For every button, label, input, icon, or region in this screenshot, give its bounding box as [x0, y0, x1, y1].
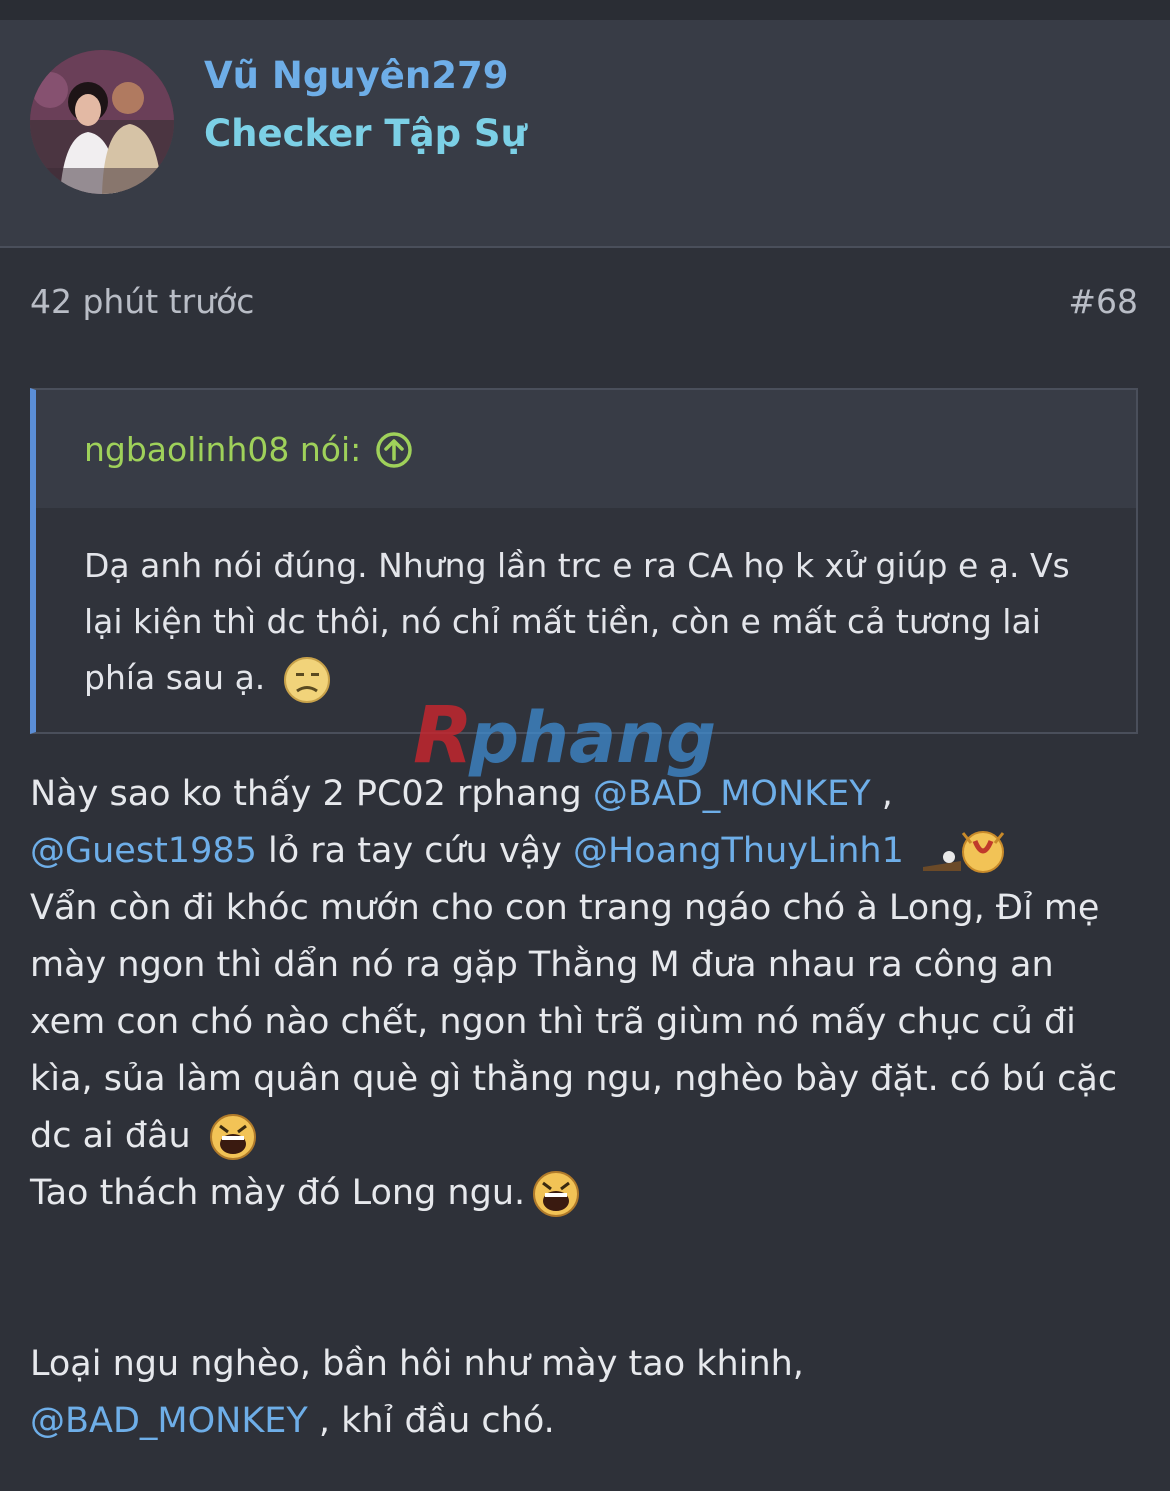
quote-author-link[interactable]: ngbaolinh08 nói:: [84, 430, 413, 469]
post-number[interactable]: #68: [1068, 282, 1138, 321]
sad-smiley-icon: [283, 656, 330, 703]
message-line-2: @Guest1985 lỏ ra tay cứu vậy @HoangThuyL…: [30, 823, 1140, 880]
message-paragraph-5: @BAD_MONKEY , khỉ đầu chó.: [30, 1393, 1140, 1450]
message-text: Tao thách mày đó Long ngu.: [30, 1173, 526, 1213]
top-strip: [0, 0, 1170, 20]
mention-bad-monkey[interactable]: @BAD_MONKEY: [30, 1401, 308, 1441]
message-paragraph-3: Tao thách mày đó Long ngu.: [30, 1165, 1140, 1222]
username[interactable]: Vũ Nguyên279: [204, 54, 508, 97]
message-text: , khỉ đầu chó.: [307, 1401, 555, 1441]
quote-block: ngbaolinh08 nói: Dạ anh nói đúng. Nhưng …: [30, 388, 1138, 734]
mention-bad-monkey[interactable]: @BAD_MONKEY: [593, 774, 871, 814]
user-card: Vũ Nguyên279 Checker Tập Sự: [0, 20, 1170, 248]
message-line-1: Này sao ko thấy 2 PC02 rphang @BAD_MONKE…: [30, 766, 1140, 823]
quote-text: Dạ anh nói đúng. Nhưng lần trc e ra CA h…: [84, 546, 1070, 697]
message-text: Loại ngu nghèo, bần hôi như mày tao khin…: [30, 1344, 804, 1384]
message-text: lỏ ra tay cứu vậy: [256, 831, 573, 871]
message-paragraph-4: Loại ngu nghèo, bần hôi như mày tao khin…: [30, 1336, 1140, 1393]
message-text: ,: [870, 774, 893, 814]
laughing-smiley-icon: [533, 1171, 580, 1217]
cool-smiley-icon: [923, 831, 1005, 873]
quote-author: ngbaolinh08 nói:: [84, 430, 362, 469]
quote-header: ngbaolinh08 nói:: [36, 390, 1136, 508]
post-time[interactable]: 42 phút trước: [30, 282, 254, 321]
post-message: Này sao ko thấy 2 PC02 rphang @BAD_MONKE…: [30, 766, 1140, 1450]
quote-body: Dạ anh nói đúng. Nhưng lần trc e ra CA h…: [84, 538, 1104, 706]
avatar-photo-icon: [30, 50, 174, 194]
laughing-smiley-icon: [209, 1114, 256, 1160]
avatar[interactable]: [30, 50, 174, 194]
message-paragraph-2: Vẩn còn đi khóc mướn cho con trang ngáo …: [30, 880, 1140, 1165]
message-text: Vẩn còn đi khóc mướn cho con trang ngáo …: [30, 888, 1118, 1156]
message-text: Này sao ko thấy 2 PC02 rphang: [30, 774, 593, 814]
user-title: Checker Tập Sự: [204, 112, 527, 155]
forum-post-page: Vũ Nguyên279 Checker Tập Sự 42 phút trướ…: [0, 0, 1170, 1491]
arrow-up-circle-icon[interactable]: [375, 431, 413, 469]
mention-guest1985[interactable]: @Guest1985: [30, 831, 257, 871]
mention-hoangthuylinh1[interactable]: @HoangThuyLinh1: [573, 831, 904, 871]
